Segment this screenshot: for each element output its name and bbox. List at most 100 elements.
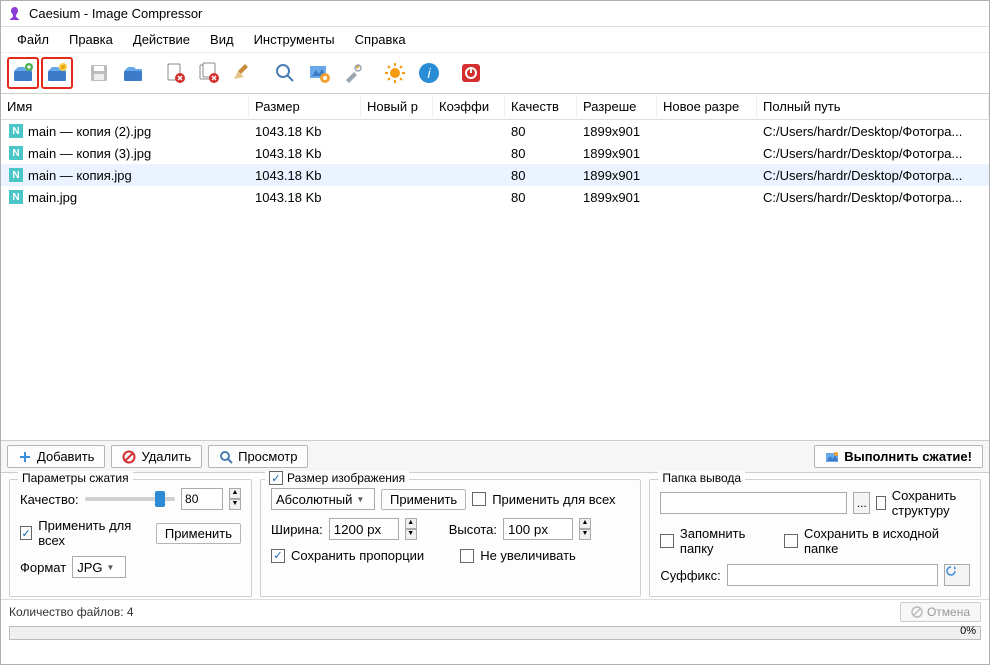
remove-all-icon bbox=[197, 61, 221, 85]
height-spinner[interactable]: ▲▼ bbox=[579, 518, 591, 540]
resize-mode-select[interactable]: Абсолютный▼ bbox=[271, 488, 375, 510]
resize-group: ✓ Размер изображения Абсолютный▼ Примени… bbox=[260, 479, 641, 597]
height-label: Высота: bbox=[449, 522, 497, 537]
tb-info[interactable]: i bbox=[413, 57, 445, 89]
col-name[interactable]: Имя bbox=[1, 96, 249, 117]
apply-all-check[interactable]: ✓ bbox=[20, 526, 32, 540]
file-count: Количество файлов: 4 bbox=[9, 605, 134, 619]
format-label: Формат bbox=[20, 560, 66, 575]
tb-zoom[interactable] bbox=[269, 57, 301, 89]
window-title: Caesium - Image Compressor bbox=[29, 6, 202, 21]
table-row[interactable]: Nmain — копия (3).jpg1043.18 Kb801899x90… bbox=[1, 142, 989, 164]
col-path[interactable]: Полный путь bbox=[757, 96, 989, 117]
same-folder-check[interactable] bbox=[784, 534, 798, 548]
open-folder-icon bbox=[121, 61, 145, 85]
tb-add-folder[interactable] bbox=[41, 57, 73, 89]
compress-button[interactable]: Выполнить сжатие! bbox=[814, 445, 983, 468]
remember-check[interactable] bbox=[660, 534, 674, 548]
table-row[interactable]: Nmain.jpg1043.18 Kb801899x901C:/Users/ha… bbox=[1, 186, 989, 208]
menu-view[interactable]: Вид bbox=[200, 29, 244, 50]
menu-tools[interactable]: Инструменты bbox=[244, 29, 345, 50]
progress-percent: 0% bbox=[960, 625, 976, 637]
resize-apply-all-label: Применить для всех bbox=[492, 492, 615, 507]
apply-quality-button[interactable]: Применить bbox=[156, 523, 241, 544]
progress-bar: 0% bbox=[9, 626, 981, 640]
resize-legend: Размер изображения bbox=[287, 471, 405, 485]
file-type-icon: N bbox=[9, 124, 23, 138]
info-icon: i bbox=[417, 61, 441, 85]
keep-ratio-label: Сохранить пропорции bbox=[291, 548, 424, 563]
suffix-reset-button[interactable] bbox=[944, 564, 970, 586]
save-icon bbox=[87, 61, 111, 85]
add-folder-icon bbox=[45, 61, 69, 85]
col-coef[interactable]: Коэффи bbox=[433, 96, 505, 117]
col-size[interactable]: Размер bbox=[249, 96, 361, 117]
width-input[interactable] bbox=[329, 518, 399, 540]
quality-slider[interactable] bbox=[85, 497, 175, 501]
menu-file[interactable]: Файл bbox=[7, 29, 59, 50]
resize-enable-check[interactable]: ✓ bbox=[269, 471, 283, 485]
tb-tools[interactable] bbox=[337, 57, 369, 89]
add-button[interactable]: Добавить bbox=[7, 445, 105, 468]
width-label: Ширина: bbox=[271, 522, 323, 537]
output-path-input[interactable] bbox=[660, 492, 847, 514]
keep-ratio-check[interactable]: ✓ bbox=[271, 549, 285, 563]
quality-value[interactable] bbox=[181, 488, 223, 510]
table-row[interactable]: Nmain — копия.jpg1043.18 Kb801899x901C:/… bbox=[1, 164, 989, 186]
tb-sun[interactable] bbox=[379, 57, 411, 89]
tb-remove-file[interactable] bbox=[159, 57, 191, 89]
width-spinner[interactable]: ▲▼ bbox=[405, 518, 417, 540]
no-upscale-check[interactable] bbox=[460, 549, 474, 563]
menu-action[interactable]: Действие bbox=[123, 29, 200, 50]
tb-clean[interactable] bbox=[227, 57, 259, 89]
sun-icon bbox=[383, 61, 407, 85]
col-newsize[interactable]: Новый р bbox=[361, 96, 433, 117]
add-button-label: Добавить bbox=[37, 449, 94, 464]
same-folder-label: Сохранить в исходной папке bbox=[804, 526, 970, 556]
file-type-icon: N bbox=[9, 146, 23, 160]
zoom-icon bbox=[273, 61, 297, 85]
delete-button-label: Удалить bbox=[141, 449, 191, 464]
tb-preview-settings[interactable] bbox=[303, 57, 335, 89]
tb-exit[interactable] bbox=[455, 57, 487, 89]
cancel-icon bbox=[911, 606, 923, 618]
preview-button-label: Просмотр bbox=[238, 449, 297, 464]
app-icon bbox=[7, 6, 23, 22]
keep-struct-check[interactable] bbox=[876, 496, 885, 510]
output-group: Папка вывода ... Сохранить структуру Зап… bbox=[649, 479, 981, 597]
tb-save[interactable] bbox=[83, 57, 115, 89]
resize-apply-all-check[interactable] bbox=[472, 492, 486, 506]
remove-file-icon bbox=[163, 61, 187, 85]
preview-gear-icon bbox=[307, 61, 331, 85]
forbidden-icon bbox=[122, 450, 136, 464]
menu-help[interactable]: Справка bbox=[345, 29, 416, 50]
col-newres[interactable]: Новое разре bbox=[657, 96, 757, 117]
tb-open-folder[interactable] bbox=[117, 57, 149, 89]
no-upscale-label: Не увеличивать bbox=[480, 548, 576, 563]
browse-button[interactable]: ... bbox=[853, 492, 870, 514]
compression-group: Параметры сжатия Качество: ▲▼ ✓ Применит… bbox=[9, 479, 252, 597]
delete-button[interactable]: Удалить bbox=[111, 445, 202, 468]
table-row[interactable]: Nmain — копия (2).jpg1043.18 Kb801899x90… bbox=[1, 120, 989, 142]
tb-remove-all[interactable] bbox=[193, 57, 225, 89]
file-type-icon: N bbox=[9, 190, 23, 204]
format-select[interactable]: JPG▼ bbox=[72, 556, 126, 578]
broom-icon bbox=[231, 61, 255, 85]
compression-legend: Параметры сжатия bbox=[18, 471, 133, 485]
list-header: Имя Размер Новый р Коэффи Качеств Разреш… bbox=[1, 94, 989, 120]
col-res[interactable]: Разреше bbox=[577, 96, 657, 117]
height-input[interactable] bbox=[503, 518, 573, 540]
col-qual[interactable]: Качеств bbox=[505, 96, 577, 117]
apply-resize-button[interactable]: Применить bbox=[381, 489, 466, 510]
suffix-input[interactable] bbox=[727, 564, 938, 586]
apply-all-label: Применить для всех bbox=[38, 518, 144, 548]
tb-add-files[interactable] bbox=[7, 57, 39, 89]
menu-edit[interactable]: Правка bbox=[59, 29, 123, 50]
remember-label: Запомнить папку bbox=[680, 526, 779, 556]
cancel-button[interactable]: Отмена bbox=[900, 602, 981, 622]
refresh-icon bbox=[945, 565, 969, 577]
compress-icon bbox=[825, 450, 839, 464]
quality-spinner[interactable]: ▲▼ bbox=[229, 488, 241, 510]
file-list[interactable]: Nmain — копия (2).jpg1043.18 Kb801899x90… bbox=[1, 120, 989, 440]
preview-button[interactable]: Просмотр bbox=[208, 445, 308, 468]
